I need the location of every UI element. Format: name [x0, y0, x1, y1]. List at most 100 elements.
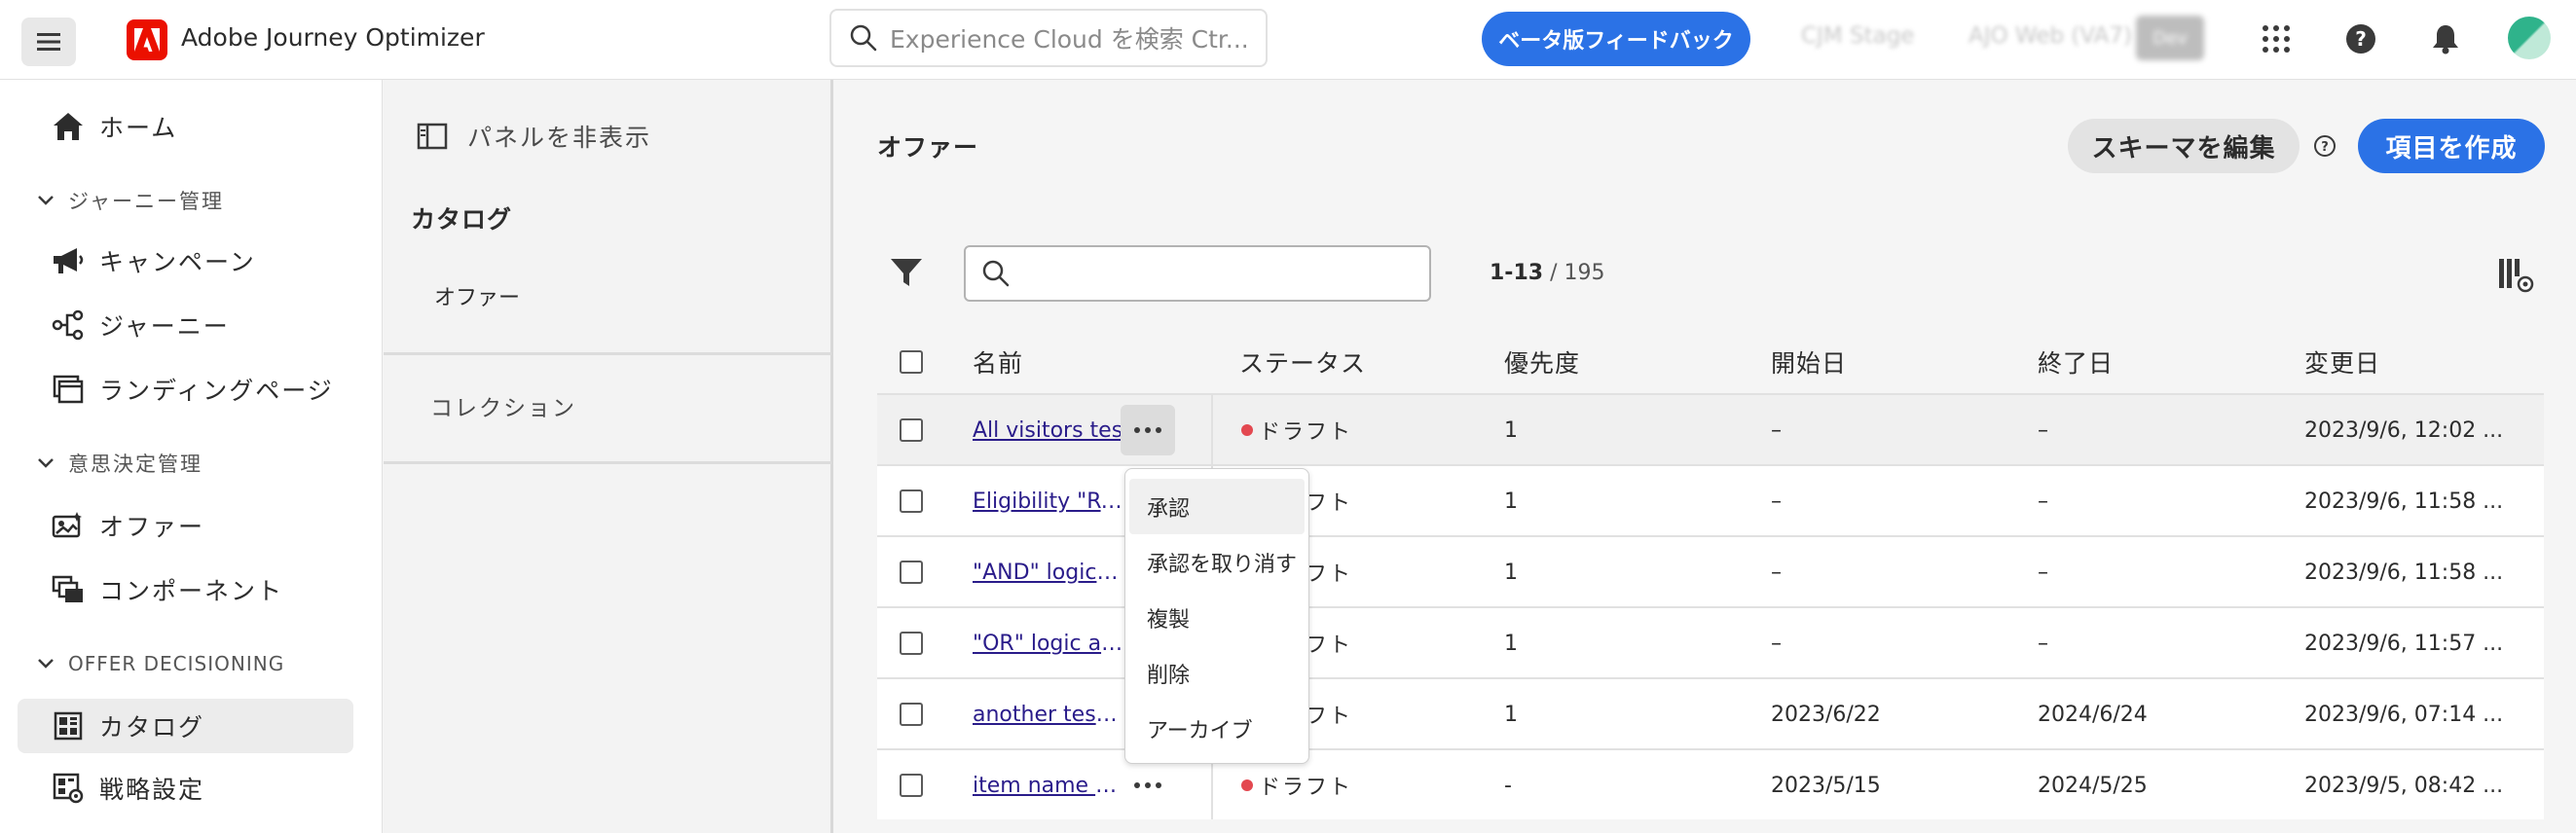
column-header-priority[interactable]: 優先度: [1504, 344, 1580, 380]
modified-date-cell: 2023/9/6, 11:57 ...: [2304, 632, 2504, 656]
menu-item-undo-approve[interactable]: 承認を取り消す: [1125, 534, 1308, 590]
offer-search-input[interactable]: [1022, 254, 1429, 293]
create-item-button[interactable]: 項目を作成: [2358, 119, 2545, 173]
column-header-modified[interactable]: 変更日: [2304, 344, 2380, 380]
beta-feedback-button[interactable]: ベータ版フィードバック: [1482, 12, 1750, 66]
nav-item-journeys[interactable]: ジャーニー: [18, 298, 353, 352]
result-count: 1-13 / 195: [1490, 261, 1604, 285]
landing-page-icon: [51, 372, 86, 407]
nav-item-home[interactable]: ホーム: [18, 99, 353, 154]
user-avatar[interactable]: [2508, 17, 2551, 59]
start-date-cell: –: [1771, 418, 1782, 443]
nav-item-campaigns[interactable]: キャンペーン: [18, 234, 353, 288]
priority-cell: 1: [1504, 632, 1518, 656]
row-more-actions-button[interactable]: [1121, 760, 1175, 811]
divider: [384, 352, 831, 355]
row-more-actions-button[interactable]: [1121, 405, 1175, 455]
nav-item-components[interactable]: コンポーネント: [18, 562, 353, 617]
priority-cell: 1: [1504, 489, 1518, 514]
end-date-cell: –: [2038, 561, 2048, 585]
chevron-down-icon: [38, 458, 54, 468]
catalog-item-offers[interactable]: オファー: [434, 280, 520, 311]
modified-date-cell: 2023/9/6, 12:02 ...: [2304, 418, 2504, 443]
help-icon[interactable]: ?: [2341, 19, 2380, 58]
adobe-logo-icon[interactable]: [127, 19, 167, 60]
offer-name-link[interactable]: item name e...: [973, 774, 1123, 798]
start-date-cell: 2023/5/15: [1771, 774, 1881, 798]
catalog-panel: パネルを非表示 カタログ オファー コレクション: [384, 80, 833, 833]
column-header-start-date[interactable]: 開始日: [1771, 344, 1847, 380]
menu-item-duplicate[interactable]: 複製: [1125, 590, 1308, 645]
catalog-heading: カタログ: [411, 205, 513, 234]
svg-text:?: ?: [2321, 140, 2329, 155]
global-search-placeholder: Experience Cloud を検索 Ctr...: [890, 25, 1249, 54]
edit-schema-button[interactable]: スキーマを編集: [2068, 119, 2300, 173]
row-checkbox[interactable]: [900, 703, 923, 726]
nav-item-catalog-label: カタログ: [99, 713, 205, 742]
panel-toggle-icon: [417, 123, 448, 150]
nav-item-strategy[interactable]: 戦略設定: [18, 761, 353, 815]
column-settings-icon[interactable]: [2497, 257, 2534, 294]
row-checkbox[interactable]: [900, 774, 923, 797]
home-icon: [51, 109, 86, 144]
offer-icon: [51, 508, 86, 543]
page-title: オファー: [877, 133, 979, 162]
offer-name-link[interactable]: another test i...: [973, 703, 1123, 727]
status-badge: ドラフト: [1241, 415, 1352, 446]
menu-item-approve[interactable]: 承認: [1129, 479, 1305, 534]
column-header-name[interactable]: 名前: [973, 344, 1023, 380]
priority-cell: 1: [1504, 703, 1518, 727]
catalog-icon: [51, 708, 86, 743]
select-all-checkbox[interactable]: [900, 350, 923, 374]
offer-name-link[interactable]: "OR" logic au...: [973, 632, 1123, 656]
divider: [384, 461, 831, 464]
nav-item-offers[interactable]: オファー: [18, 498, 353, 553]
menu-item-archive[interactable]: アーカイブ: [1125, 701, 1308, 756]
nav-section-offer-decisioning[interactable]: OFFER DECISIONING: [37, 644, 284, 683]
start-date-cell: 2023/6/22: [1771, 703, 1881, 727]
column-header-end-date[interactable]: 終了日: [2038, 344, 2114, 380]
app-name[interactable]: Adobe Journey Optimizer: [181, 23, 485, 52]
org-switcher[interactable]: AJO Web (VA7): [1969, 23, 2132, 49]
start-date-cell: –: [1771, 632, 1782, 656]
start-date-cell: –: [1771, 489, 1782, 514]
end-date-cell: 2024/6/24: [2038, 703, 2148, 727]
menu-item-delete[interactable]: 削除: [1125, 645, 1308, 701]
offer-name-link[interactable]: Eligibility "Ru...: [973, 489, 1123, 514]
row-checkbox[interactable]: [900, 418, 923, 442]
end-date-cell: –: [2038, 418, 2048, 443]
hide-panel-button[interactable]: パネルを非表示: [417, 119, 651, 154]
notifications-bell-icon[interactable]: [2426, 19, 2465, 58]
row-checkbox[interactable]: [900, 632, 923, 655]
nav-section-decision-mgmt[interactable]: 意思決定管理: [37, 444, 202, 483]
filter-icon[interactable]: [889, 255, 924, 290]
more-dots-icon: [1134, 782, 1161, 788]
search-icon: [850, 24, 877, 52]
row-checkbox[interactable]: [900, 489, 923, 513]
nav-item-landing-pages[interactable]: ランディングページ: [18, 362, 353, 416]
menu-toggle-button[interactable]: [21, 18, 76, 66]
row-checkbox[interactable]: [900, 561, 923, 584]
apps-grid-icon[interactable]: [2257, 19, 2296, 58]
modified-date-cell: 2023/9/5, 08:42 ...: [2304, 774, 2504, 798]
global-search-input[interactable]: Experience Cloud を検索 Ctr...: [829, 9, 1268, 67]
table-row[interactable]: All visitors test ドラフト 1 – – 2023/9/6, 1…: [877, 393, 2544, 464]
column-header-status[interactable]: ステータス: [1239, 344, 1366, 380]
help-circle-icon[interactable]: ?: [2313, 134, 2337, 158]
modified-date-cell: 2023/9/6, 11:58 ...: [2304, 561, 2504, 585]
nav-item-catalog[interactable]: カタログ: [18, 699, 353, 753]
draft-status-dot: [1241, 779, 1253, 791]
more-dots-icon: [1134, 427, 1161, 433]
offer-search-field[interactable]: [964, 245, 1431, 302]
svg-text:?: ?: [2355, 27, 2367, 51]
catalog-item-collections[interactable]: コレクション: [430, 389, 576, 422]
end-date-cell: 2024/5/25: [2038, 774, 2148, 798]
sandbox-switcher[interactable]: CJM Stage: [1801, 23, 1914, 49]
nav-item-strategy-label: 戦略設定: [99, 776, 205, 804]
nav-item-campaigns-label: キャンペーン: [99, 248, 256, 276]
offer-name-link[interactable]: "AND" logic a...: [973, 561, 1123, 585]
nav-section-journey-mgmt[interactable]: ジャーニー管理: [37, 181, 224, 220]
status-text: ドラフト: [1259, 420, 1353, 445]
offer-name-link[interactable]: All visitors test: [973, 418, 1131, 443]
nav-item-landing-pages-label: ランディングページ: [99, 377, 334, 405]
